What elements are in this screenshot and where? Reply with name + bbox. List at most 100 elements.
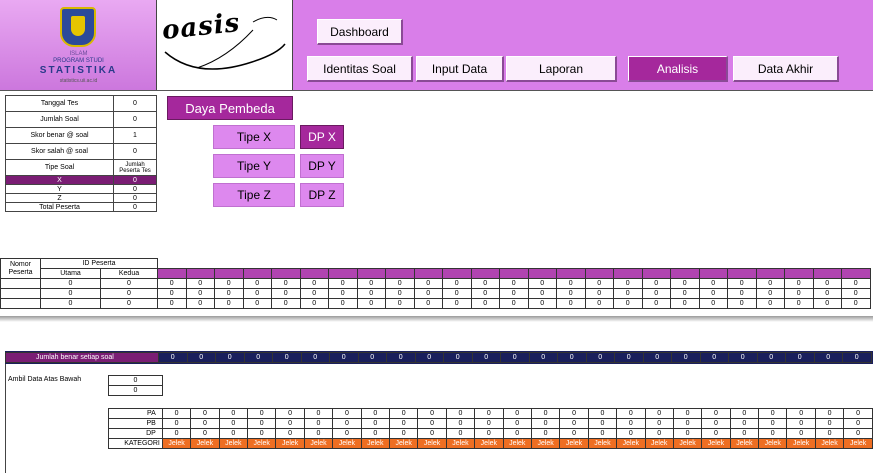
utama-value[interactable]: 0 bbox=[40, 288, 101, 299]
nav-identitas-soal-button[interactable]: Identitas Soal bbox=[307, 56, 413, 82]
answer-cell[interactable]: 0 bbox=[841, 298, 871, 309]
answer-cell[interactable]: 0 bbox=[527, 288, 557, 299]
answer-cell[interactable]: 0 bbox=[641, 298, 671, 309]
answer-cell[interactable]: 0 bbox=[613, 298, 643, 309]
answer-cell[interactable]: 0 bbox=[470, 298, 500, 309]
answer-cell[interactable]: 0 bbox=[185, 298, 215, 309]
tipe-x-button[interactable]: Tipe X bbox=[213, 125, 295, 149]
answer-cell[interactable]: 0 bbox=[784, 288, 814, 299]
answer-cell[interactable]: 0 bbox=[727, 278, 757, 289]
dp-z-button[interactable]: DP Z bbox=[300, 183, 344, 207]
answer-cell[interactable]: 0 bbox=[242, 288, 272, 299]
answer-cell[interactable]: 0 bbox=[755, 278, 785, 289]
ambil-value-1[interactable]: 0 bbox=[108, 375, 163, 386]
answer-cell[interactable]: 0 bbox=[413, 278, 443, 289]
skor-benar-value[interactable]: 1 bbox=[113, 127, 157, 144]
answer-cell[interactable]: 0 bbox=[641, 288, 671, 299]
answer-cell[interactable]: 0 bbox=[613, 288, 643, 299]
answer-cell[interactable]: 0 bbox=[413, 288, 443, 299]
answer-cell[interactable]: 0 bbox=[385, 298, 415, 309]
answer-cell[interactable]: 0 bbox=[185, 288, 215, 299]
answer-cell[interactable]: 0 bbox=[584, 288, 614, 299]
answer-cell[interactable]: 0 bbox=[470, 288, 500, 299]
answer-cell[interactable]: 0 bbox=[755, 298, 785, 309]
answer-cell[interactable]: 0 bbox=[670, 278, 700, 289]
answer-cell[interactable]: 0 bbox=[356, 298, 386, 309]
nav-laporan-button[interactable]: Laporan bbox=[506, 56, 617, 82]
answer-cell[interactable]: 0 bbox=[556, 278, 586, 289]
answer-cell[interactable]: 0 bbox=[641, 278, 671, 289]
answer-cell[interactable]: 0 bbox=[442, 298, 472, 309]
answer-cell[interactable]: 0 bbox=[356, 288, 386, 299]
answer-cell[interactable]: 0 bbox=[299, 288, 329, 299]
answer-cell[interactable]: 0 bbox=[727, 288, 757, 299]
dp-x-button[interactable]: DP X bbox=[300, 125, 344, 149]
answer-cell[interactable]: 0 bbox=[584, 298, 614, 309]
answer-cell[interactable]: 0 bbox=[556, 298, 586, 309]
answer-cell[interactable]: 0 bbox=[157, 278, 187, 289]
answer-cell[interactable]: 0 bbox=[413, 298, 443, 309]
answer-cell[interactable]: 0 bbox=[613, 278, 643, 289]
answer-cell[interactable]: 0 bbox=[527, 298, 557, 309]
answer-cell[interactable]: 0 bbox=[784, 298, 814, 309]
answer-cell[interactable]: 0 bbox=[727, 298, 757, 309]
answer-cell[interactable]: 0 bbox=[812, 288, 842, 299]
answer-cell[interactable]: 0 bbox=[841, 288, 871, 299]
daya-pembeda-button[interactable]: Daya Pembeda bbox=[167, 96, 293, 120]
answer-cell[interactable]: 0 bbox=[214, 278, 244, 289]
answer-cell[interactable]: 0 bbox=[812, 278, 842, 289]
answer-cell[interactable]: 0 bbox=[841, 278, 871, 289]
tipe-y-cell[interactable]: Y bbox=[5, 184, 114, 194]
answer-cell[interactable]: 0 bbox=[242, 278, 272, 289]
tipe-z-cell[interactable]: Z bbox=[5, 193, 114, 203]
tipe-x-cell[interactable]: X bbox=[5, 175, 114, 185]
skor-salah-value[interactable]: 0 bbox=[113, 143, 157, 160]
answer-cell[interactable]: 0 bbox=[442, 278, 472, 289]
answer-cell[interactable]: 0 bbox=[214, 288, 244, 299]
answer-cell[interactable]: 0 bbox=[242, 298, 272, 309]
ambil-value-2[interactable]: 0 bbox=[108, 385, 163, 396]
answer-cell[interactable]: 0 bbox=[527, 278, 557, 289]
answer-cell[interactable]: 0 bbox=[812, 298, 842, 309]
answer-cell[interactable]: 0 bbox=[157, 298, 187, 309]
tipe-z-button[interactable]: Tipe Z bbox=[213, 183, 295, 207]
utama-value[interactable]: 0 bbox=[40, 278, 101, 289]
nav-input-data-button[interactable]: Input Data bbox=[416, 56, 504, 82]
answer-cell[interactable]: 0 bbox=[584, 278, 614, 289]
answer-cell[interactable]: 0 bbox=[157, 288, 187, 299]
tanggal-tes-value[interactable]: 0 bbox=[113, 95, 157, 112]
jumlah-soal-value[interactable]: 0 bbox=[113, 111, 157, 128]
answer-cell[interactable]: 0 bbox=[271, 298, 301, 309]
answer-cell[interactable]: 0 bbox=[385, 288, 415, 299]
answer-cell[interactable]: 0 bbox=[698, 278, 728, 289]
kedua-value[interactable]: 0 bbox=[100, 298, 158, 309]
answer-cell[interactable]: 0 bbox=[784, 278, 814, 289]
answer-cell[interactable]: 0 bbox=[556, 288, 586, 299]
answer-cell[interactable]: 0 bbox=[185, 278, 215, 289]
answer-cell[interactable]: 0 bbox=[356, 278, 386, 289]
answer-cell[interactable]: 0 bbox=[670, 288, 700, 299]
answer-cell[interactable]: 0 bbox=[670, 298, 700, 309]
answer-cell[interactable]: 0 bbox=[499, 288, 529, 299]
answer-cell[interactable]: 0 bbox=[328, 298, 358, 309]
nav-analisis-button[interactable]: Analisis bbox=[628, 56, 728, 82]
answer-cell[interactable]: 0 bbox=[499, 278, 529, 289]
answer-cell[interactable]: 0 bbox=[698, 298, 728, 309]
dp-y-button[interactable]: DP Y bbox=[300, 154, 344, 178]
kedua-value[interactable]: 0 bbox=[100, 278, 158, 289]
answer-cell[interactable]: 0 bbox=[442, 288, 472, 299]
answer-cell[interactable]: 0 bbox=[470, 278, 500, 289]
answer-cell[interactable]: 0 bbox=[271, 288, 301, 299]
utama-value[interactable]: 0 bbox=[40, 298, 101, 309]
nav-data-akhir-button[interactable]: Data Akhir bbox=[733, 56, 839, 82]
answer-cell[interactable]: 0 bbox=[328, 288, 358, 299]
answer-cell[interactable]: 0 bbox=[755, 288, 785, 299]
nav-dashboard-button[interactable]: Dashboard bbox=[317, 19, 403, 45]
answer-cell[interactable]: 0 bbox=[385, 278, 415, 289]
kedua-value[interactable]: 0 bbox=[100, 288, 158, 299]
answer-cell[interactable]: 0 bbox=[499, 298, 529, 309]
answer-cell[interactable]: 0 bbox=[299, 278, 329, 289]
tipe-y-button[interactable]: Tipe Y bbox=[213, 154, 295, 178]
answer-cell[interactable]: 0 bbox=[698, 288, 728, 299]
answer-cell[interactable]: 0 bbox=[299, 298, 329, 309]
